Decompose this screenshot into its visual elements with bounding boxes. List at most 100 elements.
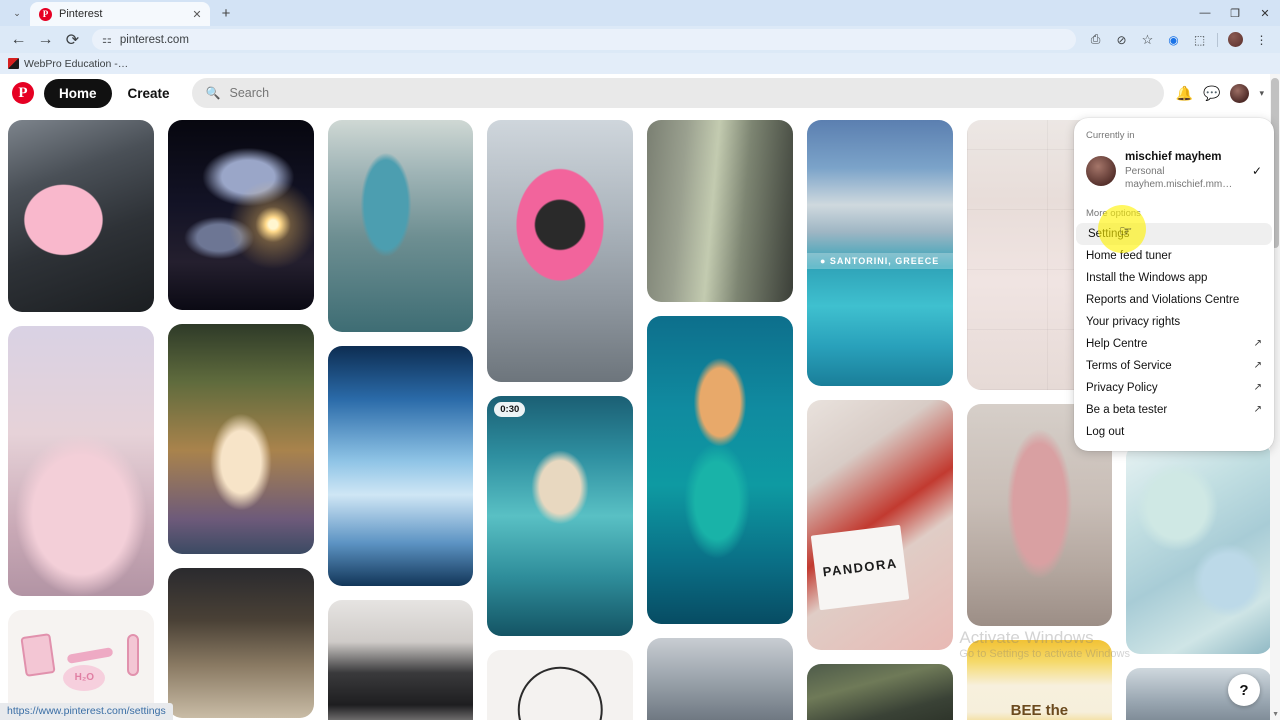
menu-item-install-windows-app[interactable]: Install the Windows app xyxy=(1074,267,1274,289)
pin-card[interactable] xyxy=(327,346,474,586)
thermometer-icon xyxy=(126,634,139,677)
menu-item-log-out[interactable]: Log out xyxy=(1074,421,1274,443)
external-link-icon: ↗ xyxy=(1253,360,1262,372)
tab-close-icon[interactable]: ✕ xyxy=(190,8,204,21)
scrollbar-down-arrow-icon[interactable]: ▼ xyxy=(1272,711,1279,718)
pin-card[interactable] xyxy=(8,120,154,312)
pin-card[interactable] xyxy=(806,664,953,720)
notifications-bell-icon[interactable]: 🔔 xyxy=(1176,85,1193,102)
account-type: Personal xyxy=(1125,165,1165,177)
currently-in-label: Currently in xyxy=(1086,130,1135,141)
honey-line-1: BEE the xyxy=(1010,702,1069,720)
menu-item-help-centre[interactable]: Help Centre ↗ xyxy=(1074,333,1274,355)
sync-circle-icon[interactable]: ◉ xyxy=(1161,28,1186,51)
forward-button[interactable]: → xyxy=(33,28,58,51)
pinterest-logo-icon[interactable]: P xyxy=(12,82,34,104)
menu-item-label: Home feed tuner xyxy=(1086,249,1172,262)
search-icon: 🔍 xyxy=(205,86,221,100)
account-name: mischief mayhem xyxy=(1125,151,1222,163)
browser-profile-avatar[interactable] xyxy=(1223,28,1248,51)
menu-item-label: Log out xyxy=(1086,425,1125,438)
pin-card[interactable] xyxy=(647,638,793,720)
video-duration-badge: 0:30 xyxy=(494,402,526,417)
pin-card[interactable] xyxy=(1126,444,1272,654)
pinterest-favicon: P xyxy=(39,7,52,21)
help-button[interactable]: ? xyxy=(1228,674,1260,706)
grid-column-5 xyxy=(647,120,793,720)
address-bar[interactable]: ⚏ pinterest.com xyxy=(92,29,1076,50)
menu-item-reports-violations-centre[interactable]: Reports and Violations Centre xyxy=(1074,289,1274,311)
grid-column-2 xyxy=(167,120,314,718)
current-account-row[interactable]: mischief mayhem Personal mayhem.mischief… xyxy=(1074,145,1274,202)
menu-item-label: Privacy Policy xyxy=(1086,381,1158,394)
pin-card[interactable] xyxy=(487,120,633,382)
location-label: SANTORINI, GREECE xyxy=(829,256,940,266)
status-bar-url: https://www.pinterest.com/settings xyxy=(0,703,173,720)
site-settings-icon[interactable]: ⚏ xyxy=(102,33,112,46)
menu-item-terms-of-service[interactable]: Terms of Service ↗ xyxy=(1074,355,1274,377)
circle-outline-shape xyxy=(517,666,603,720)
menu-item-settings[interactable]: Settings xyxy=(1076,222,1272,245)
menu-item-label: Be a beta tester xyxy=(1086,403,1168,416)
browser-toolbar: ← → ⟳ ⚏ pinterest.com ⎙ ⊘ ☆ ◉ ⬚ ⋮ xyxy=(0,26,1280,53)
pin-card[interactable] xyxy=(167,120,314,310)
cast-icon[interactable]: ⎙ xyxy=(1083,28,1108,51)
pin-card[interactable]: BEE the REASON xyxy=(966,640,1113,720)
more-options-label: More options xyxy=(1086,207,1141,219)
tab-search-chevron-icon[interactable]: ⌄ xyxy=(4,0,30,26)
grid-column-3 xyxy=(327,120,474,720)
pin-card[interactable] xyxy=(327,120,474,332)
new-tab-button[interactable]: + xyxy=(213,0,239,26)
reload-button[interactable]: ⟳ xyxy=(60,28,85,51)
account-chevron-down-icon[interactable]: ▾ xyxy=(1259,88,1264,99)
close-window-button[interactable]: ✕ xyxy=(1250,0,1280,26)
address-bar-url: pinterest.com xyxy=(119,33,189,46)
pin-card[interactable] xyxy=(487,650,633,720)
bookmarks-bar: WebPro Education -… xyxy=(0,53,1280,74)
external-link-icon: ↗ xyxy=(1253,382,1262,394)
pin-card[interactable] xyxy=(8,326,154,596)
search-input[interactable]: 🔍 Search xyxy=(191,78,1164,108)
eye-slash-icon[interactable]: ⊘ xyxy=(1109,28,1134,51)
bookmark-item[interactable]: WebPro Education -… xyxy=(8,58,128,70)
browser-tab-pinterest[interactable]: P Pinterest ✕ xyxy=(30,2,210,26)
menu-item-your-privacy-rights[interactable]: Your privacy rights xyxy=(1074,311,1274,333)
minimize-button[interactable]: — xyxy=(1190,0,1220,26)
grid-column-1: H₂O CHEMISTRY xyxy=(8,120,154,720)
extensions-icon[interactable]: ⬚ xyxy=(1187,28,1212,51)
h2o-bubble: H₂O xyxy=(63,664,106,691)
grid-column-4: 0:30 xyxy=(487,120,633,720)
pin-card[interactable]: PANDORA xyxy=(806,400,953,650)
menu-item-be-a-beta-tester[interactable]: Be a beta tester ↗ xyxy=(1074,399,1274,421)
menu-item-label: Terms of Service xyxy=(1086,359,1172,372)
pin-card[interactable] xyxy=(647,120,793,302)
location-badge: ● SANTORINI, GREECE xyxy=(806,253,953,269)
menu-item-privacy-policy[interactable]: Privacy Policy ↗ xyxy=(1074,377,1274,399)
nav-create-button[interactable]: Create xyxy=(118,79,180,108)
bookmark-star-icon[interactable]: ☆ xyxy=(1135,28,1160,51)
menu-item-home-feed-tuner[interactable]: Home feed tuner xyxy=(1074,245,1274,267)
account-dropdown-menu: Currently in mischief mayhem Personal ma… xyxy=(1074,118,1274,451)
menu-item-label: Your privacy rights xyxy=(1086,315,1181,328)
menu-item-label: Help Centre xyxy=(1086,337,1148,350)
pin-card[interactable] xyxy=(167,324,314,554)
window-controls: — ❐ ✕ xyxy=(1190,0,1280,26)
account-avatar[interactable] xyxy=(1230,83,1250,103)
account-email: mayhem.mischief.mm@g... xyxy=(1125,179,1239,191)
pandora-label: PANDORA xyxy=(811,524,911,611)
bookmark-label: WebPro Education -… xyxy=(24,57,129,70)
maximize-button[interactable]: ❐ xyxy=(1220,0,1250,26)
pin-card[interactable] xyxy=(647,316,793,624)
pin-card[interactable] xyxy=(327,600,474,720)
pinterest-header: P Home Create 🔍 Search 🔔 💬 ▾ xyxy=(0,74,1280,112)
tab-title: Pinterest xyxy=(59,8,103,20)
back-button[interactable]: ← xyxy=(6,28,31,51)
nav-home-button[interactable]: Home xyxy=(44,78,112,108)
pin-card[interactable]: ● SANTORINI, GREECE xyxy=(806,120,953,386)
pin-card[interactable] xyxy=(167,568,314,718)
toolbar-divider xyxy=(1217,32,1218,47)
messages-icon[interactable]: 💬 xyxy=(1203,85,1220,102)
pin-card[interactable]: 0:30 xyxy=(487,396,633,636)
chrome-menu-icon[interactable]: ⋮ xyxy=(1249,28,1274,51)
account-info: mischief mayhem Personal mayhem.mischief… xyxy=(1125,150,1239,192)
